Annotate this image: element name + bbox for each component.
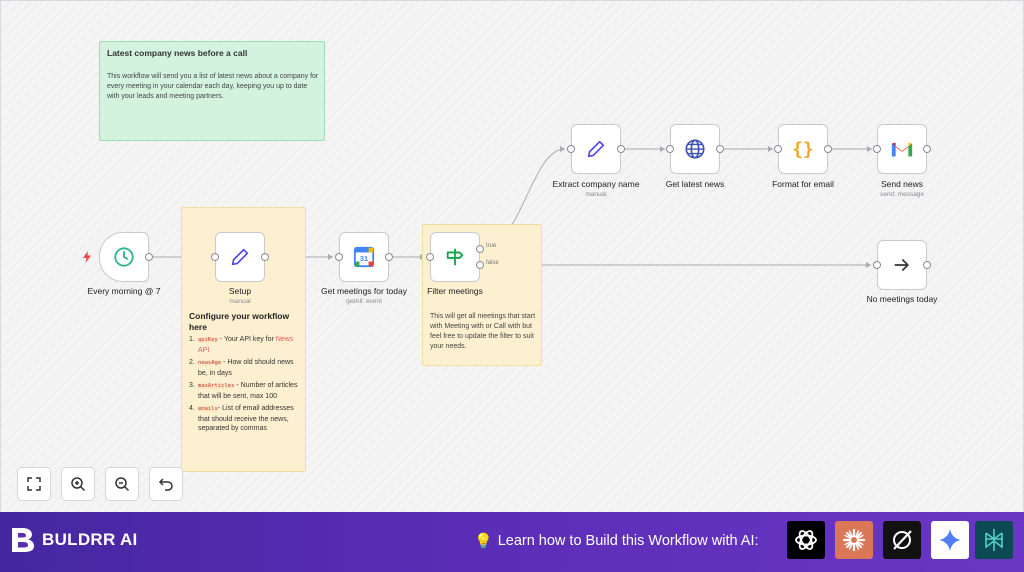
arrow-right-icon — [894, 259, 909, 271]
input-port[interactable] — [873, 145, 881, 153]
gemini-button[interactable] — [931, 521, 969, 559]
output-port[interactable] — [923, 145, 931, 153]
node-setup-label: Setup — [228, 286, 252, 296]
note-filter-body: This will get all meetings that start wi… — [430, 313, 536, 350]
node-get-news[interactable] — [666, 124, 724, 174]
undo-icon — [158, 478, 173, 491]
output-port-true[interactable] — [476, 245, 484, 253]
zoom-out-button[interactable] — [105, 467, 139, 501]
config-item: 1. apiKey - Your API key for News API — [189, 336, 294, 354]
workflow-canvas[interactable]: Latest company news before a call This w… — [0, 0, 1024, 512]
input-port[interactable] — [666, 145, 674, 153]
input-port[interactable] — [774, 145, 782, 153]
output-port[interactable] — [923, 261, 931, 269]
undo-button[interactable] — [149, 467, 183, 501]
branch-false-label: false — [486, 260, 499, 266]
node-no-meetings-label: No meetings today — [866, 294, 938, 304]
chatgpt-icon — [795, 530, 817, 550]
node-trigger[interactable] — [99, 232, 153, 282]
clock-icon — [114, 247, 134, 267]
output-port[interactable] — [261, 253, 269, 261]
perplexity-alt-button[interactable] — [883, 521, 921, 559]
node-extract-sub: manual — [585, 191, 607, 198]
node-format-email[interactable]: {} — [774, 124, 832, 174]
note-title: Latest company news before a call — [107, 48, 248, 58]
footer-banner: BULDRR AI 💡 Learn how to Build this Work… — [0, 512, 1024, 572]
node-get-meetings[interactable]: 31 — [335, 232, 393, 282]
pencil-icon — [231, 248, 249, 266]
output-port[interactable] — [617, 145, 625, 153]
brand[interactable]: BULDRR AI — [10, 526, 138, 554]
input-port[interactable] — [335, 253, 343, 261]
calendar-day: 31 — [360, 254, 368, 263]
input-port[interactable] — [567, 145, 575, 153]
input-port[interactable] — [873, 261, 881, 269]
zoom-in-icon — [71, 477, 86, 492]
config-item: 2. newsAge - How old should news be, in d… — [189, 359, 294, 377]
output-port[interactable] — [716, 145, 724, 153]
note-body: This workflow will send you a list of la… — [107, 73, 319, 100]
node-filter-label: Filter meetings — [427, 286, 483, 296]
node-setup-sub: manual — [229, 298, 251, 305]
fit-view-icon — [27, 477, 41, 491]
fit-view-button[interactable] — [17, 467, 51, 501]
claude-icon — [842, 528, 866, 552]
node-send-sub: send: message — [879, 191, 925, 198]
output-port[interactable] — [824, 145, 832, 153]
cta-text: Learn how to Build this Workflow with AI… — [497, 533, 759, 549]
globe-icon — [685, 139, 705, 159]
brand-name: BULDRR AI — [42, 530, 138, 549]
grok-icon — [893, 530, 912, 550]
output-port[interactable] — [145, 253, 153, 261]
node-no-meetings[interactable] — [873, 240, 931, 290]
signpost-icon — [446, 248, 464, 266]
gmail-icon — [891, 142, 913, 157]
config-list: 1. apiKey - Your API key for News API 2. n… — [189, 335, 301, 437]
pencil-icon — [587, 140, 605, 158]
zoom-out-icon — [115, 477, 130, 492]
node-send-label: Send news — [880, 179, 924, 189]
node-send-news[interactable] — [873, 124, 931, 174]
zoom-in-button[interactable] — [61, 467, 95, 501]
input-port[interactable] — [426, 253, 434, 261]
input-port[interactable] — [211, 253, 219, 261]
output-port[interactable] — [385, 253, 393, 261]
branch-true-label: true — [486, 243, 497, 249]
cta: 💡 Learn how to Build this Workflow with … — [474, 532, 759, 550]
output-port-false[interactable] — [476, 261, 484, 269]
config-item: 3. maxArticles - Number of articles that … — [189, 382, 298, 400]
node-extract-company[interactable] — [567, 124, 625, 174]
gemini-icon — [939, 529, 961, 551]
node-filter[interactable] — [426, 232, 484, 282]
lightbulb-icon: 💡 — [474, 533, 493, 550]
note-configure-title: Configure your workflow here — [189, 311, 290, 332]
google-calendar-icon: 31 — [353, 246, 375, 268]
braces-icon: {} — [792, 138, 814, 160]
chatgpt-button[interactable] — [787, 521, 825, 559]
perplexity-button[interactable] — [975, 521, 1013, 559]
node-get-meetings-sub: getAll: event — [346, 298, 382, 305]
config-item: 4. emails- List of email addresses that s… — [189, 405, 294, 432]
buldrr-logo-icon — [12, 528, 34, 552]
node-trigger-label: Every morning @ 7 — [87, 286, 161, 296]
perplexity-icon — [985, 529, 1003, 551]
note-workflow-description[interactable]: Latest company news before a call This w… — [99, 41, 325, 141]
node-setup[interactable] — [211, 232, 269, 282]
claude-button[interactable] — [835, 521, 873, 559]
lightning-icon — [83, 251, 91, 263]
